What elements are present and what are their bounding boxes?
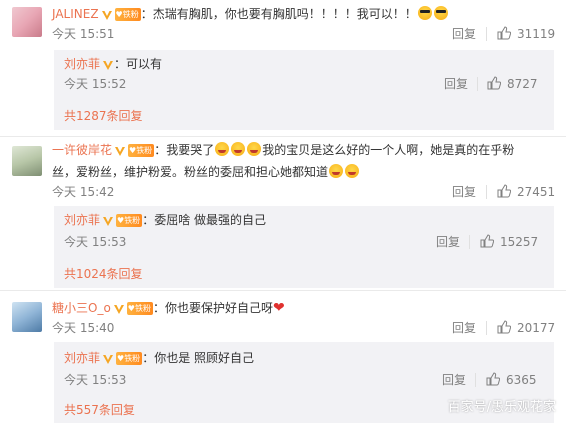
cry-emoji xyxy=(231,142,246,156)
reply-text: ：可以有 xyxy=(114,57,163,71)
fan-badge-label: 铁粉 xyxy=(124,354,141,363)
fan-badge-icon: ♥铁粉 xyxy=(126,302,153,315)
divider xyxy=(475,373,476,387)
comment-text-part1: ：我要哭了 xyxy=(154,143,215,157)
reply-button[interactable]: 回复 xyxy=(452,26,476,42)
cry-emoji xyxy=(329,164,344,178)
comment-text-line2: 丝，爱粉丝，维护粉爱。粉丝的委屈和担心她都知道 xyxy=(52,165,329,179)
like-count: 27451 xyxy=(517,185,556,199)
verified-v-icon xyxy=(115,146,126,156)
thumbs-up-icon xyxy=(497,320,512,334)
fan-badge-label: 铁粉 xyxy=(136,146,153,155)
thumbs-up-icon xyxy=(480,234,495,248)
fan-heart-icon: ♥ xyxy=(115,10,123,19)
divider xyxy=(486,27,487,41)
comment-time: 今天 15:42 xyxy=(52,185,115,199)
reply-line: 刘亦菲 ♥铁粉 ：委屈啥 做最强的自己 xyxy=(64,210,266,230)
comment-line-2: 丝，爱粉丝，维护粉爱。粉丝的委屈和担心她都知道 xyxy=(52,162,360,182)
reply-time: 今天 15:52 xyxy=(64,77,127,91)
fan-badge-icon: ♥铁粉 xyxy=(128,144,155,157)
reply-text: ：委屈啥 做最强的自己 xyxy=(142,213,267,227)
comment-time: 今天 15:51 xyxy=(52,27,115,41)
fan-badge-icon: ♥铁粉 xyxy=(116,214,143,227)
reply-button[interactable]: 回复 xyxy=(452,184,476,200)
comment-2: 一许彼岸花 ♥铁粉 ：我要哭了 我的宝贝是这么好的一个人啊，她是真的在乎粉 丝，爱粉丝… xyxy=(0,136,566,294)
fan-badge-label: 铁粉 xyxy=(134,304,151,313)
fan-heart-icon: ♥ xyxy=(127,304,135,313)
divider xyxy=(477,77,478,91)
verified-v-icon xyxy=(113,304,124,314)
more-replies-link[interactable]: 共1024条回复 xyxy=(64,266,143,282)
divider xyxy=(486,321,487,335)
avatar[interactable] xyxy=(12,302,42,332)
like-button[interactable]: 8727 xyxy=(487,76,538,92)
like-button[interactable]: 20177 xyxy=(497,320,555,336)
comment-text: ：杰瑞有胸肌，你也要有胸肌吗！！！！我可以！！ xyxy=(140,7,417,21)
verified-v-icon xyxy=(103,354,114,364)
fan-badge-icon: ♥铁粉 xyxy=(116,352,143,365)
fan-badge-label: 铁粉 xyxy=(122,10,139,19)
cool-emoji xyxy=(433,6,448,20)
username[interactable]: JALINEZ xyxy=(52,7,99,21)
thumbs-up-icon xyxy=(497,26,512,40)
reply-button[interactable]: 回复 xyxy=(436,234,460,250)
red-heart-emoji: ❤ xyxy=(272,300,285,316)
reply-username[interactable]: 刘亦菲 xyxy=(64,57,100,71)
cry-emoji xyxy=(345,164,360,178)
comment-line: 一许彼岸花 ♥铁粉 ：我要哭了 我的宝贝是这么好的一个人啊，她是真的在乎粉 xyxy=(52,140,514,160)
like-button[interactable]: 27451 xyxy=(497,184,555,200)
comment-text-part2: 我的宝贝是这么好的一个人啊，她是真的在乎粉 xyxy=(262,143,515,157)
like-count: 8727 xyxy=(507,77,538,91)
thumbs-up-icon xyxy=(497,184,512,198)
cry-emoji xyxy=(247,142,262,156)
watermark: 百家号/愚乐观花家 xyxy=(447,400,556,415)
like-button[interactable]: 6365 xyxy=(486,372,537,388)
cry-emoji xyxy=(215,142,230,156)
reply-box: 刘亦菲 ：可以有 今天 15:52 回复 8727 共1287条回复 xyxy=(54,50,554,130)
username[interactable]: 一许彼岸花 xyxy=(52,143,112,157)
reply-button[interactable]: 回复 xyxy=(444,76,468,92)
reply-line: 刘亦菲 ：可以有 xyxy=(64,54,162,74)
thumbs-up-icon xyxy=(486,372,501,386)
avatar[interactable] xyxy=(12,146,42,176)
reply-button[interactable]: 回复 xyxy=(442,372,466,388)
verified-v-icon xyxy=(101,10,112,20)
reply-line: 刘亦菲 ♥铁粉 ：你也是 照顾好自己 xyxy=(64,348,254,368)
thumbs-up-icon xyxy=(487,76,502,90)
comment-1: JALINEZ ♥铁粉 ：杰瑞有胸肌，你也要有胸肌吗！！！！我可以！！ 今天 15:… xyxy=(0,0,566,140)
more-replies-link[interactable]: 共1287条回复 xyxy=(64,108,143,124)
reply-box: 刘亦菲 ♥铁粉 ：委屈啥 做最强的自己 今天 15:53 回复 15257 共102… xyxy=(54,206,554,288)
cool-emoji xyxy=(417,6,432,20)
verified-v-icon xyxy=(103,216,114,226)
verified-v-icon xyxy=(103,60,114,70)
divider xyxy=(469,235,470,249)
reply-username[interactable]: 刘亦菲 xyxy=(64,213,100,227)
fan-badge-icon: ♥铁粉 xyxy=(114,8,141,21)
reply-text: ：你也是 照顾好自己 xyxy=(142,351,255,365)
like-count: 15257 xyxy=(500,235,539,249)
reply-username[interactable]: 刘亦菲 xyxy=(64,351,100,365)
like-button[interactable]: 15257 xyxy=(480,234,538,250)
username[interactable]: 糖小三O_o xyxy=(52,301,111,315)
reply-button[interactable]: 回复 xyxy=(452,320,476,336)
comment-line: 糖小三O_o ♥铁粉 ：你也要保护好自己呀❤ xyxy=(52,298,285,318)
comment-time: 今天 15:40 xyxy=(52,321,115,335)
like-count: 20177 xyxy=(517,321,556,335)
divider xyxy=(486,185,487,199)
comment-line: JALINEZ ♥铁粉 ：杰瑞有胸肌，你也要有胸肌吗！！！！我可以！！ xyxy=(52,4,449,24)
more-replies-link[interactable]: 共557条回复 xyxy=(64,402,135,418)
like-button[interactable]: 31119 xyxy=(497,26,555,42)
reply-time: 今天 15:53 xyxy=(64,373,127,387)
reply-time: 今天 15:53 xyxy=(64,235,127,249)
like-count: 6365 xyxy=(506,373,537,387)
fan-badge-label: 铁粉 xyxy=(124,216,141,225)
comment-text: ：你也要保护好自己呀 xyxy=(152,301,273,315)
like-count: 31119 xyxy=(517,27,556,41)
avatar[interactable] xyxy=(12,7,42,37)
